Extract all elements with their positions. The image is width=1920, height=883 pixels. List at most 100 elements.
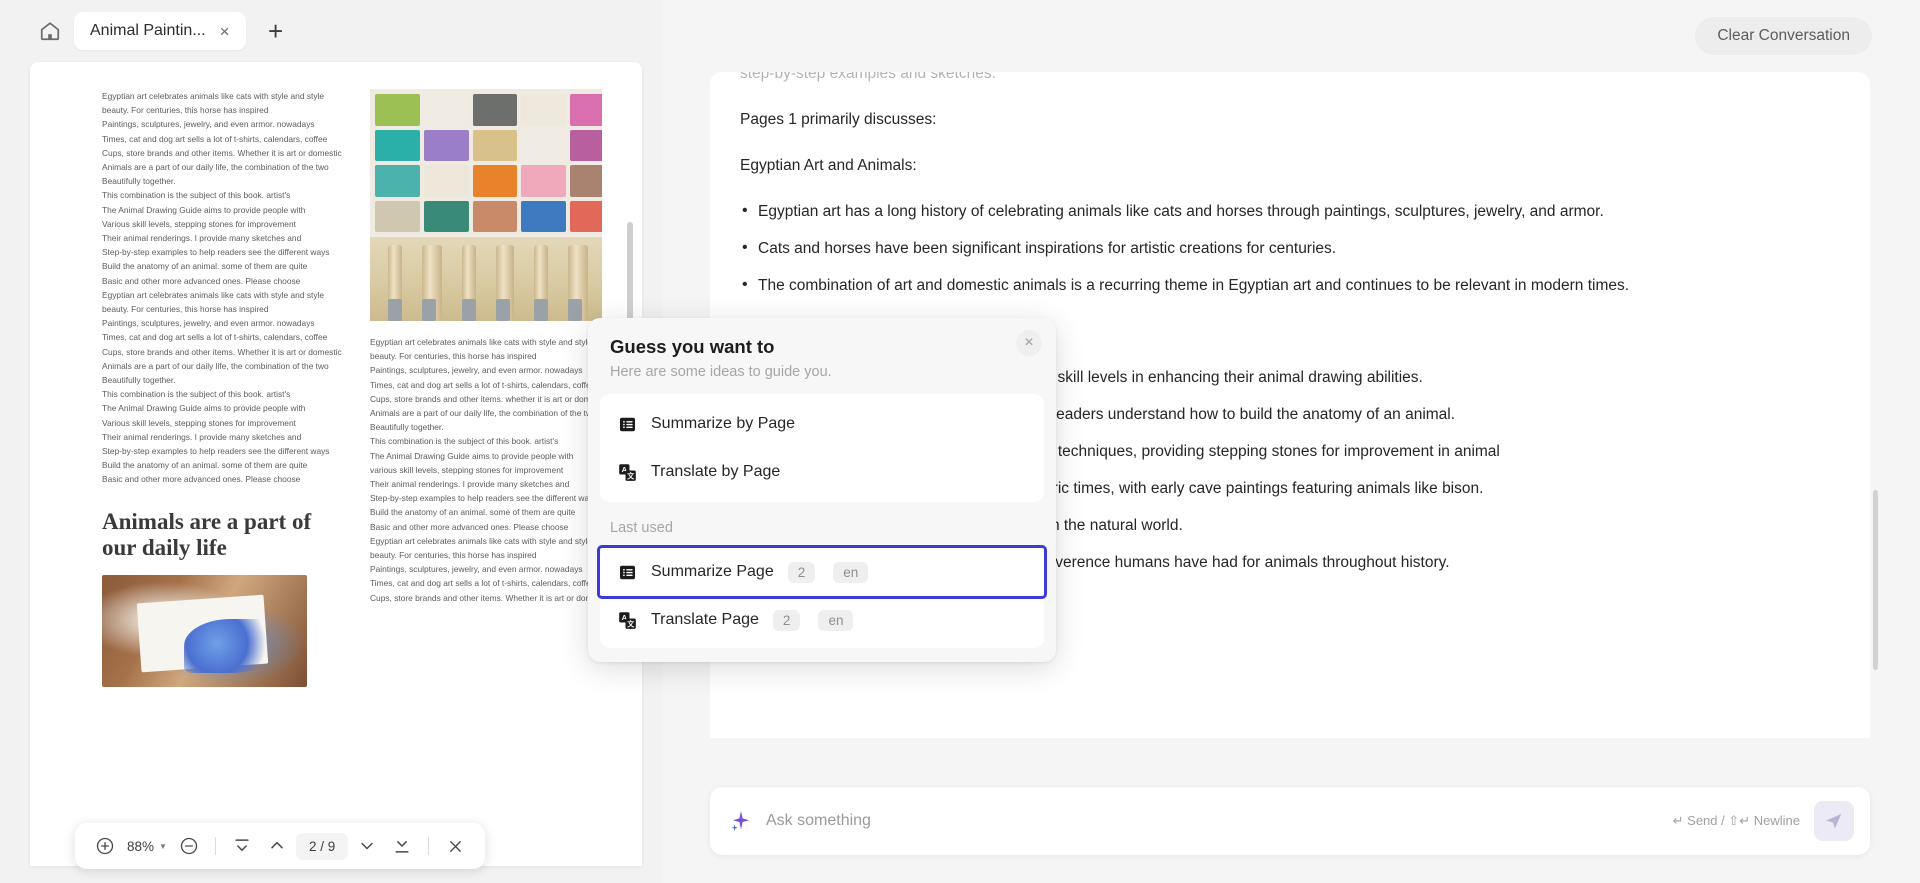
palette-swatch xyxy=(472,165,518,197)
palette-swatches xyxy=(370,89,602,237)
pdf-text-line: beauty. For centuries, this horse has in… xyxy=(102,304,269,315)
pdf-text-line: Beautifully together. xyxy=(102,176,176,187)
last-used-item[interactable]: A 文 Translate Page 2 en xyxy=(600,596,1044,644)
ask-input[interactable] xyxy=(766,812,1659,830)
first-page-icon[interactable] xyxy=(226,830,258,862)
suggestion-label: Summarize by Page xyxy=(651,415,796,432)
close-icon[interactable]: × xyxy=(1016,330,1042,356)
pdf-text-line: Cups, store brands and other items. Whet… xyxy=(102,346,342,357)
pdf-text-line: Step-by-step examples to help readers se… xyxy=(102,446,330,457)
palette-swatch xyxy=(423,200,469,232)
suggestion-item[interactable]: A 文 Translate by Page xyxy=(600,448,1044,496)
suggestion-list: Summarize by Page A 文 Translate by Page xyxy=(600,394,1044,502)
new-tab-button[interactable]: + xyxy=(258,13,294,49)
svg-text:文: 文 xyxy=(627,471,635,480)
chat-scrollbar-thumb[interactable] xyxy=(1873,490,1878,670)
send-button[interactable] xyxy=(1814,801,1854,841)
pdf-text-line: Cups, store brands and other items. Whet… xyxy=(370,592,602,603)
send-hint: ↵ Send / ⇧↵ Newline xyxy=(1672,813,1800,828)
palette-swatch xyxy=(423,165,469,197)
pdf-text-line: The Animal Drawing Guide aims to provide… xyxy=(370,450,574,461)
home-icon[interactable] xyxy=(30,11,70,51)
pdf-page: Egyptian art celebrates animals like cat… xyxy=(70,71,602,831)
pdf-text-line: The Animal Drawing Guide aims to provide… xyxy=(102,204,306,215)
section1-bullets: Egyptian art has a long history of celeb… xyxy=(740,199,1840,298)
close-viewer-icon[interactable] xyxy=(439,830,471,862)
pdf-text-line: Step-by-step examples to help readers se… xyxy=(102,247,330,258)
palette-swatch xyxy=(472,94,518,126)
popup-header: Guess you want to Here are some ideas to… xyxy=(588,318,1056,394)
zoom-out-icon[interactable] xyxy=(173,830,205,862)
pdf-text-line: Cups, store brands and other items. Whet… xyxy=(102,147,342,158)
zoom-level-select[interactable]: 88% ▼ xyxy=(124,839,170,854)
last-used-label-text: Summarize Page xyxy=(651,563,774,580)
pdf-text-line: This combination is the subject of this … xyxy=(370,436,559,447)
pdf-left-column: Egyptian art celebrates animals like cat… xyxy=(102,89,370,687)
tab-bar: Animal Paintin... × + xyxy=(0,0,662,62)
pdf-text-line: beauty. For centuries, this horse has in… xyxy=(370,550,537,561)
toolbar-divider-1 xyxy=(214,837,216,855)
pdf-photo-palette xyxy=(370,89,602,321)
pdf-text-line: Their animal renderings. I provide many … xyxy=(370,479,570,490)
palette-swatch xyxy=(375,165,420,197)
pdf-text-line: Build the anatomy of an animal. some of … xyxy=(370,507,576,518)
pdf-text-line: Times, cat and dog art sells a lot of t-… xyxy=(370,578,596,589)
pdf-text-line: various skill levels, stepping stones fo… xyxy=(370,464,564,475)
prev-page-icon[interactable] xyxy=(261,830,293,862)
pdf-text-line: Basic and other more advanced ones. Plea… xyxy=(370,521,569,532)
last-page-icon[interactable] xyxy=(386,830,418,862)
tab-title: Animal Paintin... xyxy=(90,22,206,39)
popup-subtitle: Here are some ideas to guide you. xyxy=(610,364,832,380)
pdf-text-line: Paintings, sculptures, jewelry, and even… xyxy=(102,119,315,130)
pdf-text-line: Basic and other more advanced ones. Plea… xyxy=(102,474,301,485)
palette-swatch xyxy=(375,200,420,232)
pdf-text-line: Times, cat and dog art sells a lot of t-… xyxy=(370,379,596,390)
pdf-text-line: Paintings, sculptures, jewelry, and even… xyxy=(370,365,583,376)
pdf-text-line: Times, cat and dog art sells a lot of t-… xyxy=(102,133,328,144)
popup-title: Guess you want to xyxy=(610,336,775,357)
message-intro: Pages 1 primarily discusses: xyxy=(740,111,937,129)
clear-conversation-button[interactable]: Clear Conversation xyxy=(1695,17,1872,55)
suggestion-label: Translate by Page xyxy=(651,463,781,480)
zoom-level-value: 88% xyxy=(127,838,155,854)
message-bullet: Cats and horses have been significant in… xyxy=(740,236,1840,261)
suggestion-item[interactable]: Summarize by Page xyxy=(600,400,1044,448)
app-root: Animal Paintin... × + Egyptian art celeb… xyxy=(0,0,1920,883)
message-bullet: The combination of art and domestic anim… xyxy=(740,273,1840,298)
palette-swatch xyxy=(472,200,518,232)
pdf-text-line: Animals are a part of our daily life, th… xyxy=(102,360,329,371)
pdf-text-line: Their animal renderings. I provide many … xyxy=(102,233,302,244)
message-bullet: Egyptian art has a long history of celeb… xyxy=(740,199,1840,224)
pdf-text-line: beauty. For centuries, this horse has in… xyxy=(102,105,269,116)
translate-icon: A文 xyxy=(618,611,637,630)
last-used-label: Last used xyxy=(610,520,673,536)
pdf-text-line: Build the anatomy of an animal. some of … xyxy=(102,460,308,471)
page-indicator[interactable]: 2 / 9 xyxy=(295,832,349,860)
palette-swatch xyxy=(570,165,602,197)
last-used-list: Summarize Page 2 en A 文 Translate Page 2 en xyxy=(597,544,1047,648)
pdf-text-line: Egyptian art celebrates animals like cat… xyxy=(102,289,325,300)
palette-swatch xyxy=(375,94,420,126)
close-icon[interactable]: × xyxy=(216,23,234,40)
last-used-label-text: Translate Page xyxy=(651,611,759,628)
next-page-icon[interactable] xyxy=(351,830,383,862)
pdf-text-line: Animals are a part of our daily life, th… xyxy=(370,408,597,419)
pdf-text-line: Paintings, sculptures, jewelry, and even… xyxy=(102,318,315,329)
zoom-in-icon[interactable] xyxy=(89,830,121,862)
language-badge: en xyxy=(818,609,854,631)
palette-swatch xyxy=(570,129,602,161)
pdf-text-line: The Animal Drawing Guide aims to provide… xyxy=(102,403,306,414)
pdf-text-line: Paintings, sculptures, jewelry, and even… xyxy=(370,564,583,575)
document-tab[interactable]: Animal Paintin... × xyxy=(74,12,246,50)
palette-swatch xyxy=(472,129,518,161)
suggestions-popup: Guess you want to Here are some ideas to… xyxy=(588,318,1056,662)
pdf-text-line: Egyptian art celebrates animals like cat… xyxy=(102,91,325,101)
pdf-photo-butterfly xyxy=(102,574,307,687)
page-count-badge: 2 xyxy=(787,561,816,583)
pdf-text-line: Step-by-step examples to help readers se… xyxy=(370,493,598,504)
last-used-item[interactable]: Summarize Page 2 en xyxy=(597,545,1047,599)
palette-swatch xyxy=(521,165,567,197)
chat-header: Clear Conversation xyxy=(662,0,1920,72)
palette-swatch xyxy=(521,200,567,232)
pdf-columns: Egyptian art celebrates animals like cat… xyxy=(102,89,602,687)
